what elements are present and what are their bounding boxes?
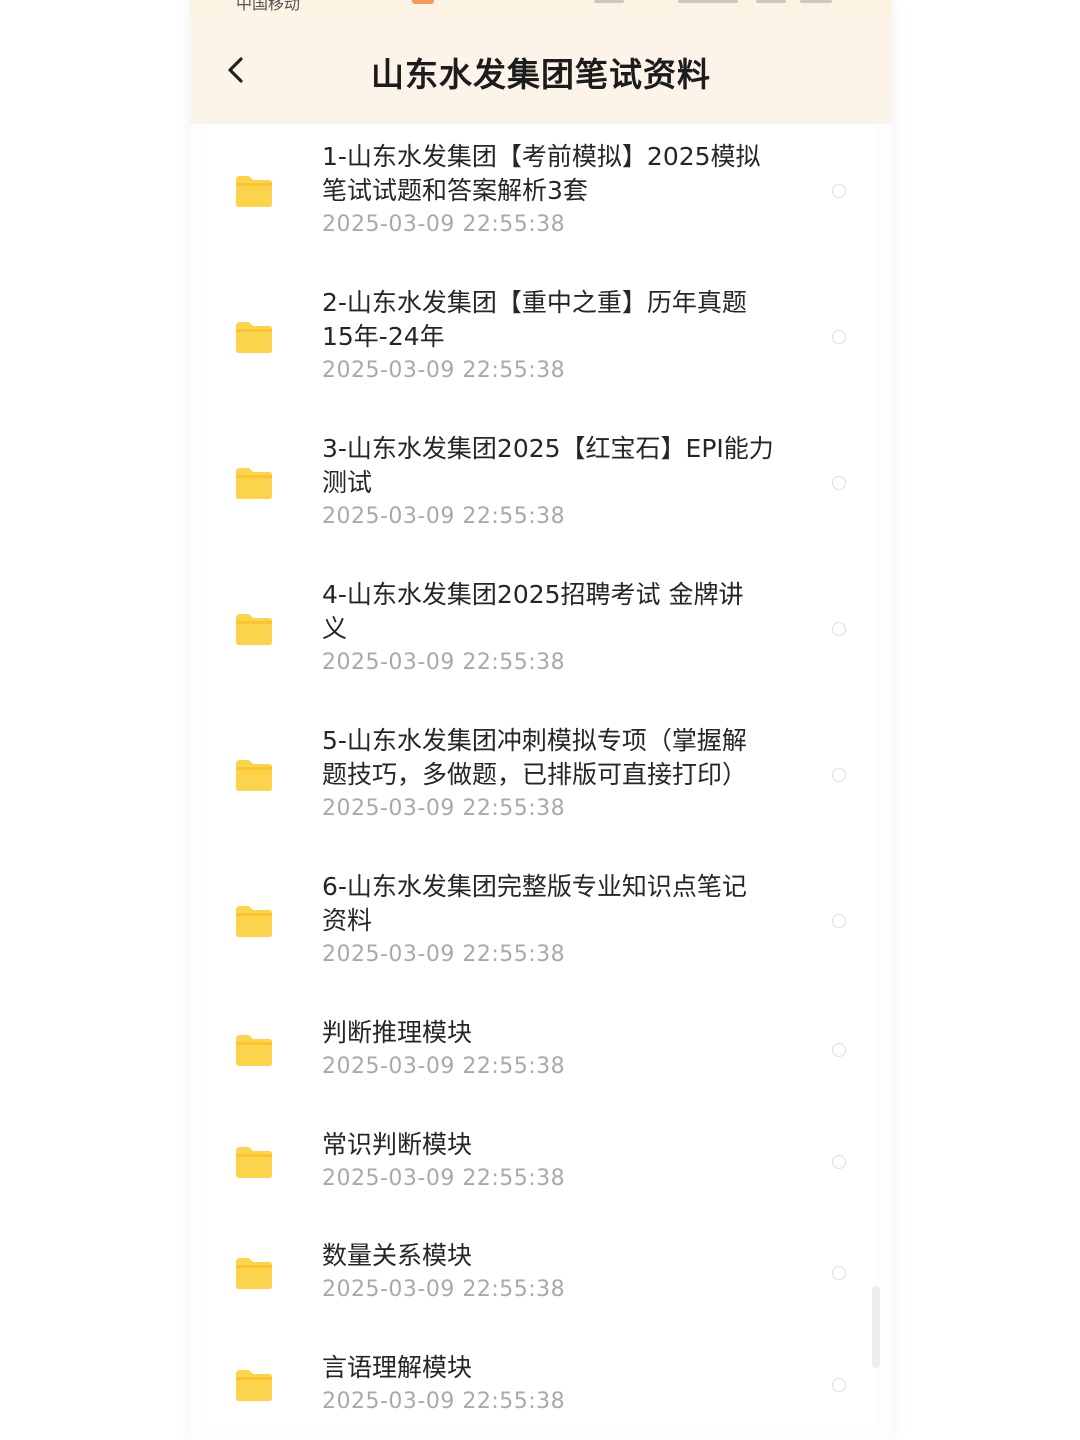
file-name: 数量关系模块 (322, 1241, 473, 1270)
file-info: 1-山东水发集团【考前模拟】2025模拟 笔试试题和答案解析3套 2025-03-0… (322, 140, 792, 242)
wifi-icon (756, 0, 786, 3)
file-list-item[interactable]: 3-山东水发集团2025【红宝石】EPI能力 测试 2025-03-09 22:55… (208, 432, 876, 534)
select-radio-icon[interactable] (832, 622, 846, 636)
select-radio-icon[interactable] (832, 1266, 846, 1280)
select-radio-icon[interactable] (832, 1377, 846, 1392)
file-info: 常识判断模块 2025-03-09 22:55:38 (322, 1128, 792, 1196)
notification-badge-icon (412, 0, 434, 4)
select-radio-icon[interactable] (832, 476, 846, 490)
phone-screen: 中国移动 山东水发集团笔试资料 1-山东水发集团【考前模拟】2025模拟 笔试试题… (190, 0, 892, 1440)
file-list: 1-山东水发集团【考前模拟】2025模拟 笔试试题和答案解析3套 2025-03-0… (208, 124, 876, 1424)
select-radio-icon[interactable] (832, 184, 846, 198)
file-name: 1-山东水发集团【考前模拟】2025模拟 (322, 142, 761, 171)
file-list-item[interactable]: 6-山东水发集团完整版专业知识点笔记 资料 2025-03-09 22:55:38 (208, 870, 876, 972)
folder-icon (236, 906, 272, 937)
file-date: 2025-03-09 22:55:38 (322, 796, 566, 821)
file-name: 言语理解模块 (322, 1352, 473, 1382)
file-name: 判断推理模块 (322, 1018, 473, 1047)
file-list-item[interactable]: 判断推理模块 2025-03-09 22:55:38 (208, 1016, 876, 1084)
select-radio-icon[interactable] (832, 330, 846, 344)
folder-icon (236, 760, 272, 791)
file-date: 2025-03-09 22:55:38 (322, 650, 566, 675)
folder-icon (236, 614, 272, 645)
file-info: 5-山东水发集团冲刺模拟专项（掌握解 题技巧，多做题，已排版可直接打印） 2025-… (322, 724, 792, 826)
file-info: 3-山东水发集团2025【红宝石】EPI能力 测试 2025-03-09 22:55… (322, 432, 792, 534)
file-date: 2025-03-09 22:55:38 (322, 942, 566, 967)
file-list-item[interactable]: 5-山东水发集团冲刺模拟专项（掌握解 题技巧，多做题，已排版可直接打印） 2025-… (208, 724, 876, 826)
chevron-left-icon (228, 57, 243, 83)
file-info: 6-山东水发集团完整版专业知识点笔记 资料 2025-03-09 22:55:38 (322, 870, 792, 972)
select-radio-icon[interactable] (832, 914, 846, 928)
header-bar: 山东水发集团笔试资料 (190, 14, 892, 124)
file-date: 2025-03-09 22:55:38 (322, 1165, 566, 1191)
file-list-item[interactable]: 常识判断模块 2025-03-09 22:55:38 (208, 1128, 876, 1196)
file-list-item[interactable]: 1-山东水发集团【考前模拟】2025模拟 笔试试题和答案解析3套 2025-03-0… (208, 140, 876, 242)
file-name: 2-山东水发集团【重中之重】历年真题 (322, 288, 747, 317)
file-name: 6-山东水发集团完整版专业知识点笔记 (322, 872, 747, 901)
battery-icon (800, 0, 832, 3)
folder-icon (236, 322, 272, 353)
select-radio-icon[interactable] (832, 768, 846, 782)
status-bar: 中国移动 (190, 0, 892, 14)
file-info: 4-山东水发集团2025招聘考试 金牌讲义 2025-03-09 22:55:38 (322, 578, 792, 680)
file-info: 判断推理模块 2025-03-09 22:55:38 (322, 1016, 792, 1084)
back-button[interactable] (216, 50, 256, 90)
carrier-label: 中国移动 (236, 0, 301, 13)
file-info: 数量关系模块 2025-03-09 22:55:38 (322, 1239, 792, 1307)
folder-icon (236, 176, 272, 207)
file-date: 2025-03-09 22:55:38 (322, 1277, 566, 1302)
file-info: 2-山东水发集团【重中之重】历年真题 15年-24年 2025-03-09 22:5… (322, 286, 792, 388)
file-date: 2025-03-09 22:55:38 (322, 1054, 566, 1079)
file-name: 4-山东水发集团2025招聘考试 金牌讲 (322, 580, 744, 609)
select-radio-icon[interactable] (832, 1154, 846, 1169)
file-name: 资料 (322, 906, 373, 935)
file-list-item[interactable]: 2-山东水发集团【重中之重】历年真题 15年-24年 2025-03-09 22:5… (208, 286, 876, 388)
signal-icon (594, 0, 624, 3)
folder-icon (236, 1035, 272, 1066)
file-name: 3-山东水发集团2025【红宝石】EPI能力 (322, 434, 774, 463)
file-name: 笔试试题和答案解析3套 (322, 176, 588, 205)
file-date: 2025-03-09 22:55:38 (322, 1388, 566, 1414)
file-name: 5-山东水发集团冲刺模拟专项（掌握解 (322, 726, 747, 755)
file-date: 2025-03-09 22:55:38 (322, 504, 566, 529)
file-name: 题技巧，多做题，已排版可直接打印） (322, 760, 748, 789)
scrollbar[interactable] (872, 1286, 880, 1368)
file-name: 常识判断模块 (322, 1129, 473, 1159)
network-speed-icon (678, 0, 738, 3)
file-date: 2025-03-09 22:55:38 (322, 358, 566, 383)
file-name: 15年-24年 (322, 322, 445, 351)
file-list-item[interactable]: 4-山东水发集团2025招聘考试 金牌讲义 2025-03-09 22:55:38 (208, 578, 876, 680)
select-radio-icon[interactable] (832, 1043, 846, 1057)
folder-icon (236, 468, 272, 499)
file-list-item[interactable]: 言语理解模块 2025-03-09 22:55:38 (208, 1351, 876, 1419)
file-list-item[interactable]: 数量关系模块 2025-03-09 22:55:38 (208, 1239, 876, 1307)
folder-icon (236, 1258, 272, 1289)
folder-icon (236, 1369, 272, 1401)
file-name: 义 (322, 614, 348, 643)
folder-icon (236, 1146, 272, 1178)
file-name: 测试 (322, 468, 373, 497)
page: 中国移动 山东水发集团笔试资料 1-山东水发集团【考前模拟】2025模拟 笔试试题… (0, 0, 1080, 1440)
file-info: 言语理解模块 2025-03-09 22:55:38 (322, 1351, 792, 1419)
file-date: 2025-03-09 22:55:38 (322, 212, 566, 237)
page-title: 山东水发集团笔试资料 (371, 55, 711, 94)
